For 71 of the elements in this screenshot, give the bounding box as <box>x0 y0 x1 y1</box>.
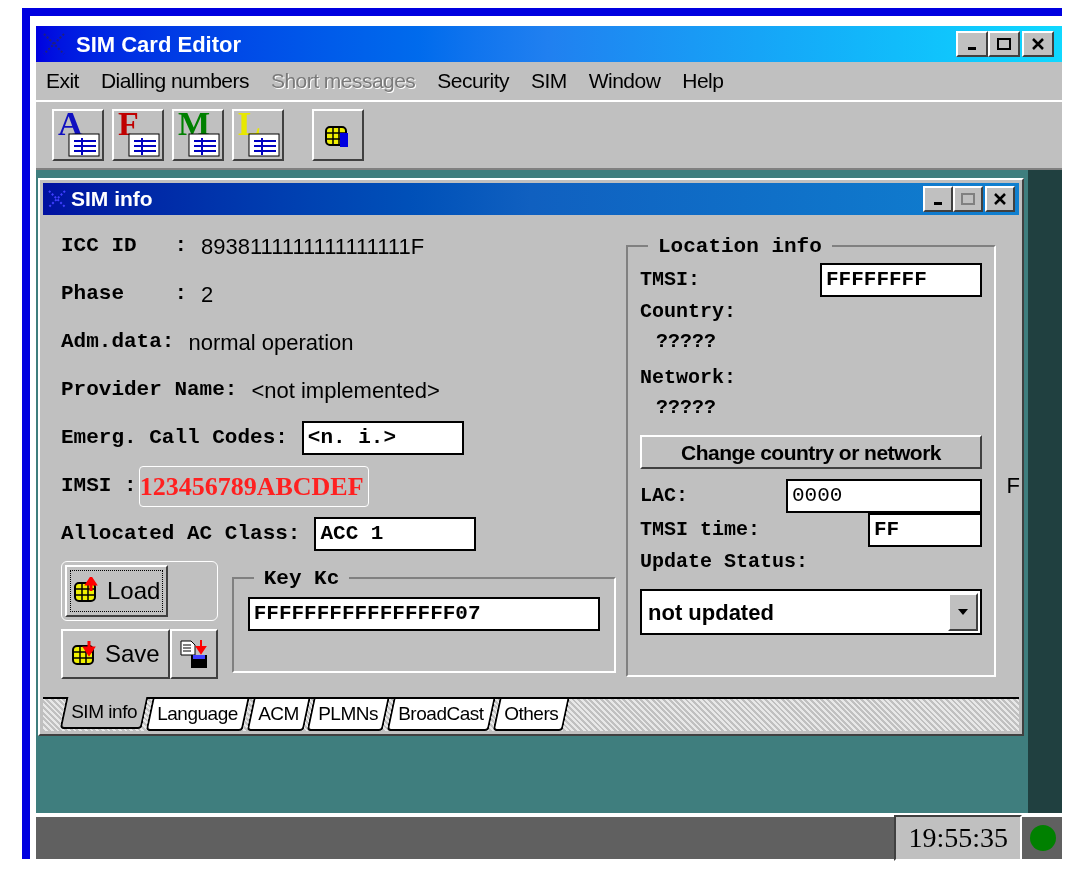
save-as-button[interactable] <box>169 629 218 679</box>
close-button[interactable] <box>985 186 1015 212</box>
toolbar-letter: M <box>178 107 211 141</box>
field-label: Country: <box>640 299 737 325</box>
table-icon <box>188 133 220 157</box>
text-field[interactable]: ACC 1 <box>314 517 477 551</box>
app-icon <box>47 189 67 209</box>
minimize-button[interactable] <box>923 186 953 212</box>
toolbar-button[interactable] <box>312 109 364 161</box>
sim-upload-icon <box>73 577 101 605</box>
load-button[interactable]: Load <box>65 565 169 617</box>
menu-item[interactable]: SIM <box>531 65 567 97</box>
field-label: Emerg. Call Codes: <box>61 425 288 452</box>
field-label: Network: <box>640 365 737 391</box>
field-label: TMSI: <box>640 267 700 293</box>
stray-text: F <box>1006 472 1020 500</box>
menu-item[interactable]: Dialling numbers <box>100 65 249 97</box>
field-value: <not implemented> <box>251 376 440 405</box>
dropdown-arrow-icon <box>957 608 969 616</box>
save-button[interactable]: Save <box>61 629 170 679</box>
field-label: Update Status: <box>640 549 810 575</box>
tmsi-time-field[interactable]: FF <box>868 513 982 547</box>
tab[interactable]: PLMNs <box>307 699 390 731</box>
menu-item[interactable]: Window <box>588 65 661 97</box>
change-network-button[interactable]: Change country or network <box>640 435 982 469</box>
clock-text: 19:55:35 <box>894 815 1022 861</box>
field-value: normal operation <box>188 328 354 357</box>
table-icon <box>68 133 100 157</box>
key-field[interactable]: FFFFFFFFFFFFFFFF07 <box>247 597 600 631</box>
field-label: LAC: <box>640 483 688 509</box>
text-field[interactable]: <n. i.> <box>301 421 464 455</box>
tab[interactable]: Others <box>492 699 570 731</box>
tab[interactable]: Language <box>145 699 250 731</box>
network-value: ????? <box>655 395 717 421</box>
minimize-icon <box>968 47 976 50</box>
toolbar-letter: F <box>118 107 139 141</box>
close-button[interactable] <box>1022 31 1054 57</box>
document-disk-icon <box>178 639 209 669</box>
menu-item[interactable]: Exit <box>46 65 79 97</box>
close-icon <box>993 193 1007 205</box>
field-label: Allocated AC Class: <box>61 521 301 548</box>
close-icon <box>1031 38 1045 50</box>
toolbar-button[interactable]: F <box>112 109 164 161</box>
maximize-button[interactable] <box>953 186 983 212</box>
menu-item[interactable]: Help <box>682 65 724 97</box>
country-value: ????? <box>655 329 717 355</box>
field-label: TMSI time: <box>640 517 761 543</box>
imsi-value: 123456789ABCDEF <box>138 465 369 507</box>
tmsi-field[interactable]: FFFFFFFF <box>820 263 982 297</box>
maximize-icon <box>961 193 975 205</box>
tab[interactable]: SIM info <box>59 697 149 729</box>
field-value: 8938111111111111111F <box>201 232 425 261</box>
field-value: 2 <box>201 280 214 309</box>
tab[interactable]: BroadCast <box>386 699 496 731</box>
window-title: SIM Card Editor <box>76 30 241 59</box>
update-status-select[interactable]: not updated <box>640 589 982 635</box>
tab[interactable]: ACM <box>246 699 310 731</box>
maximize-button[interactable] <box>988 31 1020 57</box>
child-window-title: SIM info <box>71 186 153 213</box>
field-label: Adm.data: <box>61 329 175 356</box>
field-label: ICC ID : <box>61 233 188 260</box>
maximize-icon <box>997 38 1011 50</box>
field-label: IMSI : <box>61 473 137 500</box>
field-label: Phase : <box>61 281 188 308</box>
minimize-icon <box>934 202 942 205</box>
field-label: Provider Name: <box>61 377 238 404</box>
menu-item[interactable]: Security <box>437 65 509 97</box>
lac-field[interactable]: 0000 <box>786 479 982 513</box>
table-icon <box>248 133 280 157</box>
table-icon <box>128 133 160 157</box>
minimize-button[interactable] <box>956 31 988 57</box>
